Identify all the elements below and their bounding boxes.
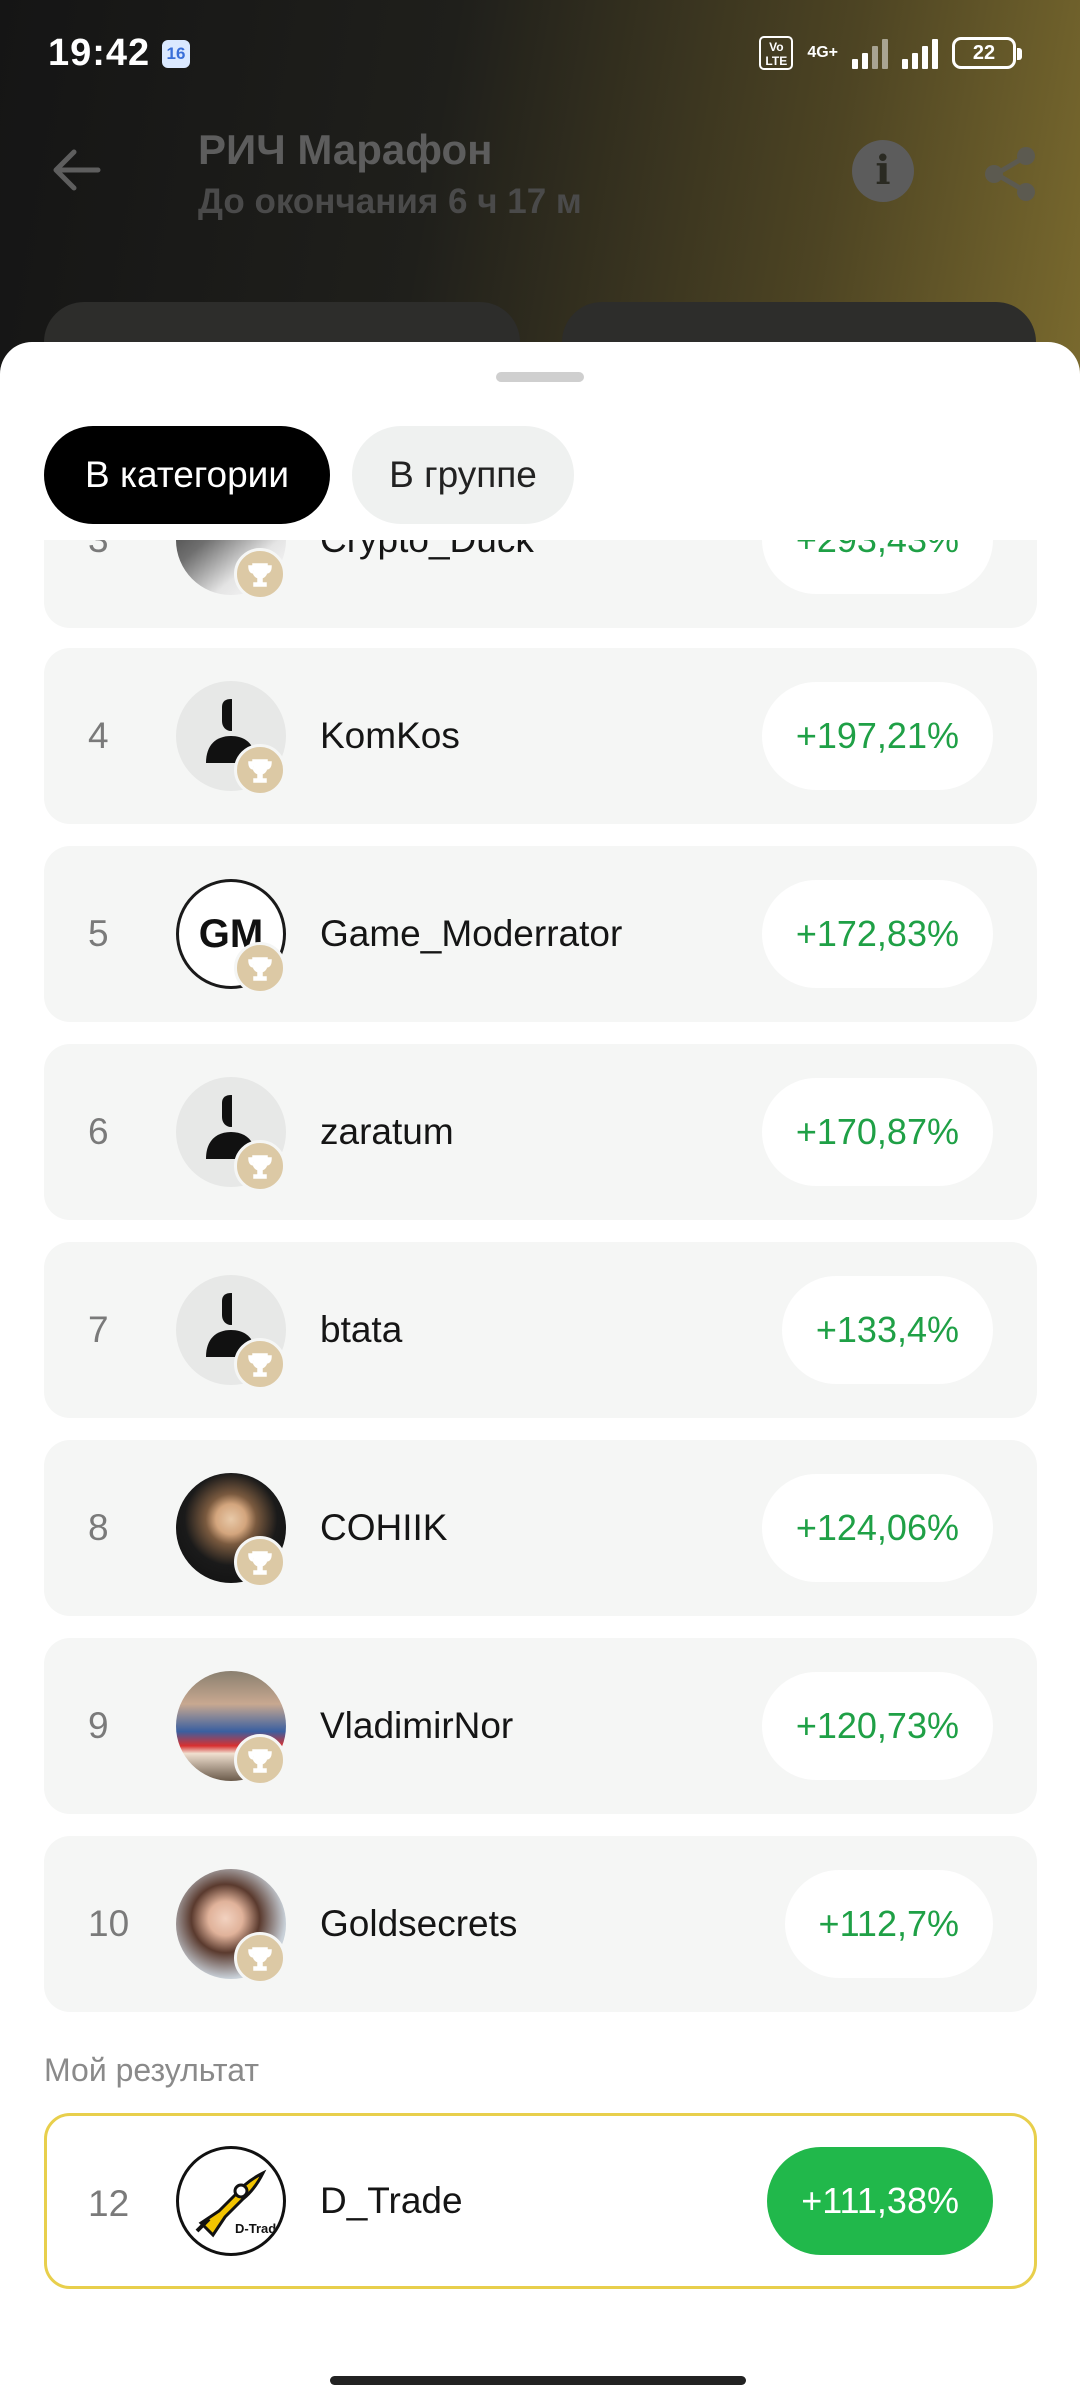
rank-number: 5 [88,913,109,954]
arrow-left-icon [53,149,101,191]
status-time: 19:42 [48,32,151,74]
status-bar: 19:42 16 Vo LTE 4G+ 22 [0,0,1080,108]
gesture-nav-bar[interactable] [330,2376,746,2385]
my-result-row[interactable]: 12 D-Trade D_Trade +111,38% [44,2113,1037,2289]
participant-name: Crypto_Duck [320,540,534,628]
battery-icon: 22 [952,37,1022,69]
result-percent: +111,38% [767,2147,993,2255]
leaderboard-row[interactable]: 7 btata +133,4% [44,1242,1037,1418]
app-bar: РИЧ Марафон До окончания 6 ч 17 м i [0,108,1080,308]
signal-2-icon [902,37,938,69]
participant-name: zaratum [320,1111,454,1152]
result-percent: +197,21% [761,682,993,790]
info-button[interactable]: i [852,140,914,202]
rocket-logo-icon: D-Trade [195,2169,283,2238]
result-percent: +293,43% [761,540,993,594]
result-percent: +124,06% [761,1474,993,1582]
rank-number: 8 [88,1507,109,1548]
participant-name: Game_Moderrator [320,913,623,954]
status-icons: Vo LTE 4G+ 22 [759,36,1022,70]
share-button[interactable] [980,144,1040,204]
trophy-icon [234,1140,286,1192]
volte-icon: Vo LTE [759,36,794,70]
result-percent: +172,83% [761,880,993,988]
my-result-label: Мой результат [44,2052,259,2088]
leaderboard-row[interactable]: 4 KomKos +197,21% [44,648,1037,824]
sheet-drag-handle[interactable] [496,372,584,382]
participant-name: btata [320,1309,403,1350]
trophy-icon [234,942,286,994]
signal-1-icon [852,37,888,69]
time-remaining: До окончания 6 ч 17 м [198,182,582,221]
rank-number: 12 [88,2183,130,2224]
rank-number: 9 [88,1705,109,1746]
rank-number: 3 [88,540,158,628]
leaderboard-row[interactable]: 9 VladimirNor +120,73% [44,1638,1037,1814]
network-type-label: 4G+ [807,44,838,61]
participant-name: VladimirNor [320,1705,514,1746]
share-icon [985,147,1035,201]
leaderboard-row[interactable]: 6 zaratum +170,87% [44,1044,1037,1220]
rank-number: 6 [88,1111,109,1152]
tab-in-category[interactable]: В категории [44,426,330,524]
rocket-logo-text: D-Trade [235,2221,283,2236]
rank-number: 7 [88,1309,109,1350]
leaderboard-row[interactable]: 5 GM Game_Moderrator +172,83% [44,846,1037,1022]
result-percent: +120,73% [761,1672,993,1780]
trophy-icon [234,1932,286,1984]
result-percent: +170,87% [761,1078,993,1186]
leaderboard-row[interactable]: 10 Goldsecrets +112,7% [44,1836,1037,2012]
tab-in-group[interactable]: В группе [352,426,574,524]
trophy-icon [234,744,286,796]
participant-name: COHIIK [320,1507,448,1548]
result-percent: +112,7% [784,1870,993,1978]
page-title: РИЧ Марафон [198,126,493,173]
trophy-icon [234,548,286,600]
trophy-icon [234,1536,286,1588]
avatar[interactable]: D-Trade [176,2146,286,2256]
rank-number: 10 [88,1903,130,1944]
notification-badge: 16 [162,40,190,68]
back-button[interactable] [44,138,108,202]
leaderboard-row[interactable]: 3 Crypto_Duck +293,43% [44,540,1037,628]
leaderboard-sheet: В категории В группе 3 Crypto_Duck +293,… [0,342,1080,2400]
trophy-icon [234,1338,286,1390]
rank-number: 4 [88,715,109,756]
result-percent: +133,4% [781,1276,993,1384]
participant-name: Goldsecrets [320,1903,518,1944]
trophy-icon [234,1734,286,1786]
leaderboard-row[interactable]: 8 COHIIK +124,06% [44,1440,1037,1616]
participant-name: D_Trade [320,2180,463,2221]
participant-name: KomKos [320,715,460,756]
